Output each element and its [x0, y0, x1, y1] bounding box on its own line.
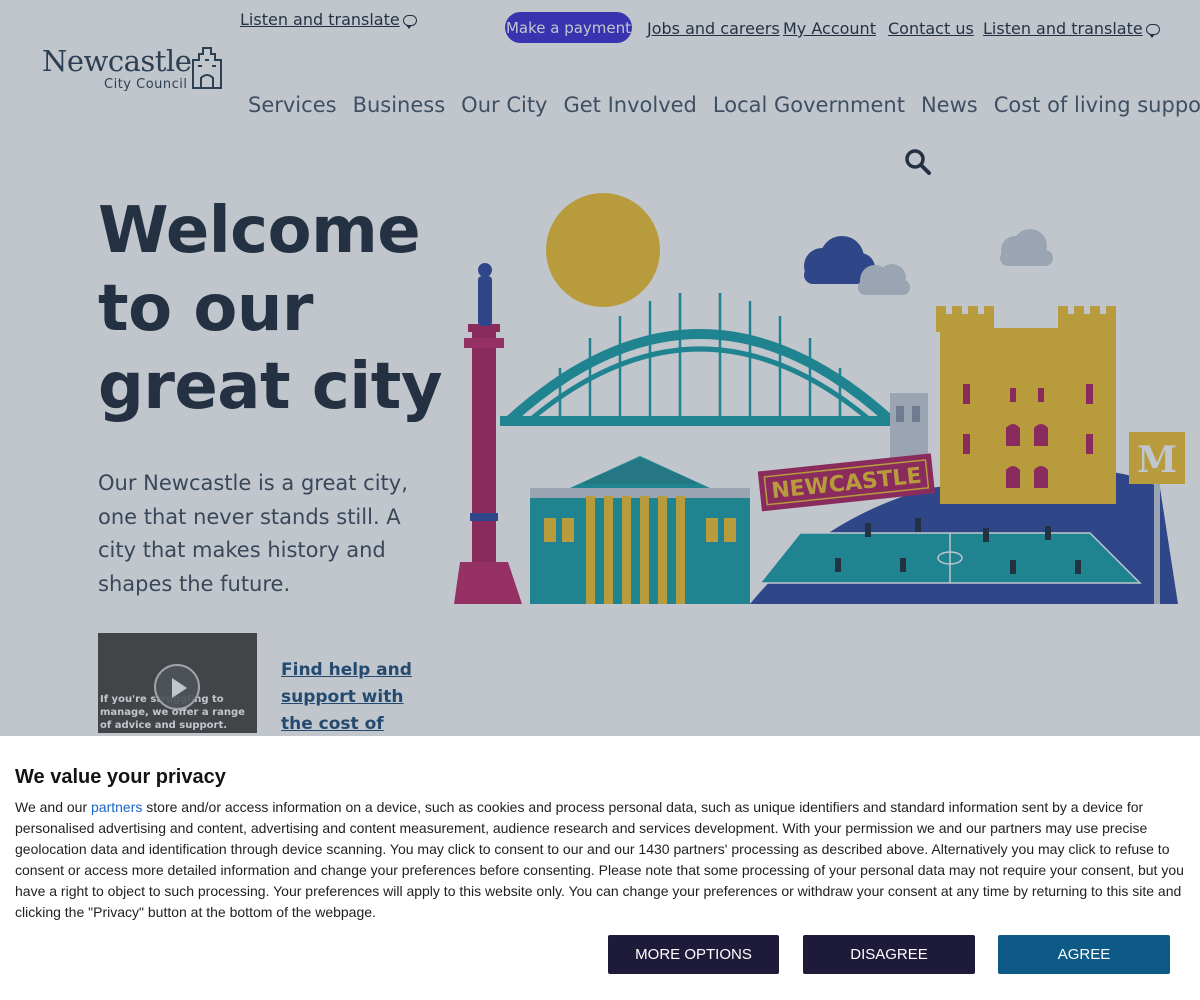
partners-link[interactable]: partners	[91, 799, 142, 815]
consent-title: We value your privacy	[15, 766, 226, 788]
more-options-button[interactable]: MORE OPTIONS	[608, 935, 779, 974]
disagree-button[interactable]: DISAGREE	[803, 935, 975, 974]
agree-button[interactable]: AGREE	[998, 935, 1170, 974]
consent-body: We and our partners store and/or access …	[15, 799, 1184, 920]
